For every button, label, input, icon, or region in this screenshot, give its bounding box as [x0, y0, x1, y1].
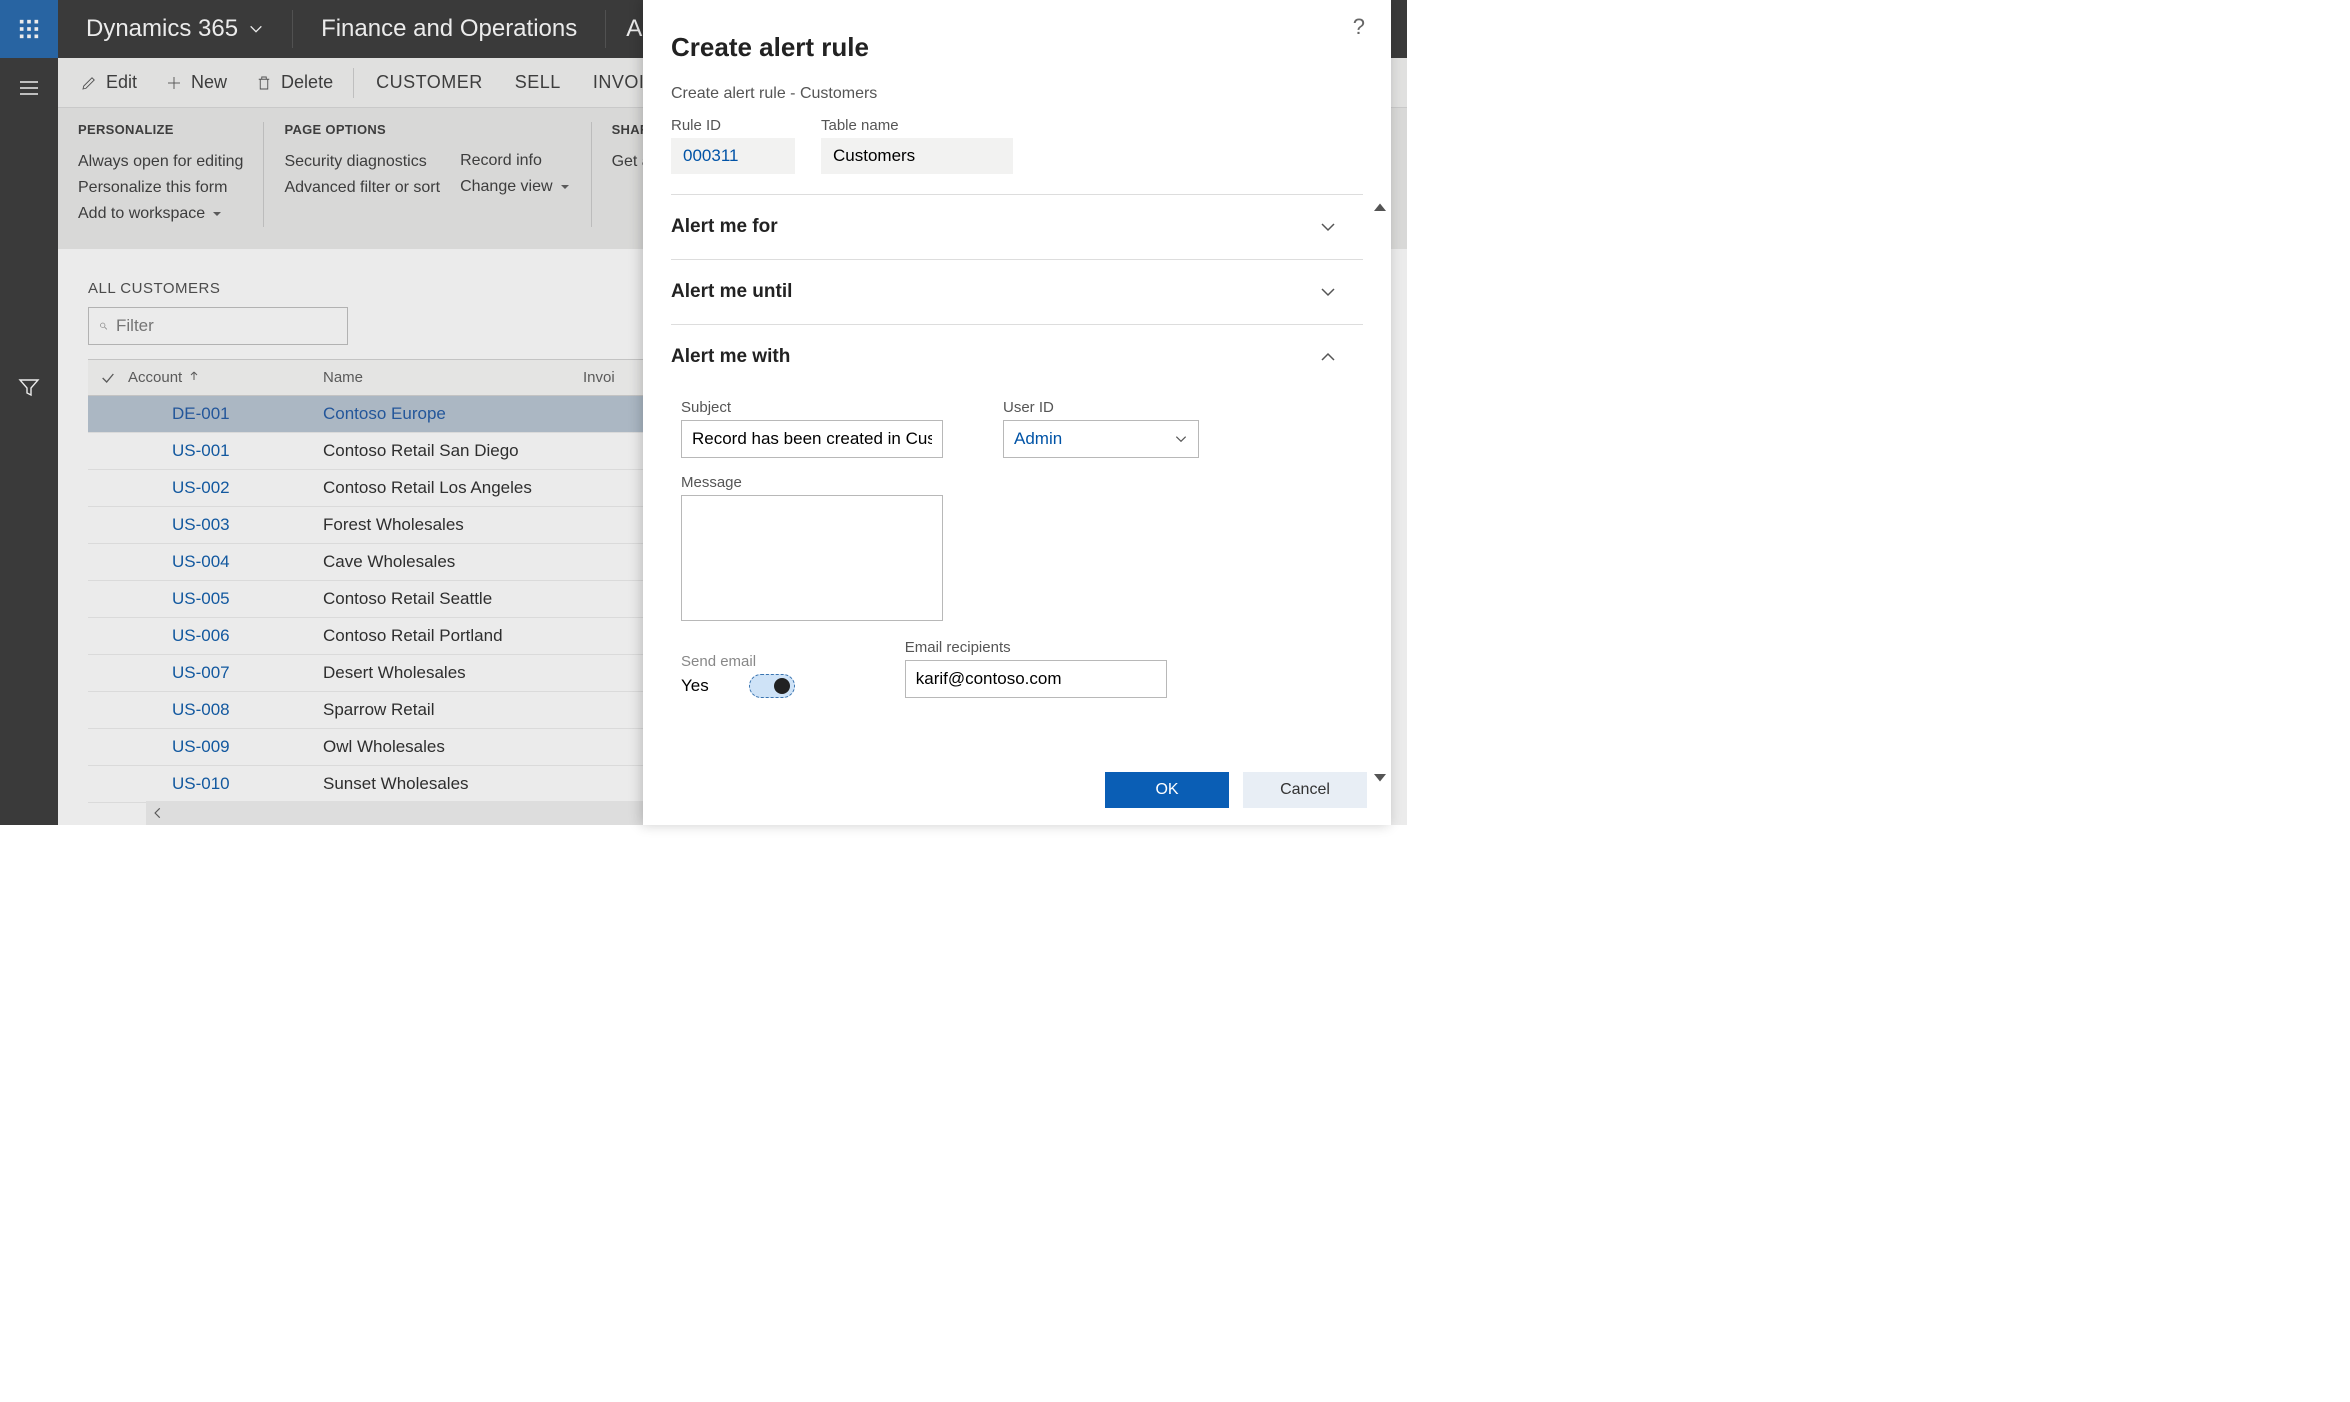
rule-id-value[interactable]: [671, 138, 795, 174]
panel-title: Create alert rule: [671, 32, 1363, 63]
send-email-label: Send email: [681, 653, 795, 670]
message-input[interactable]: [681, 495, 943, 621]
subject-input[interactable]: [681, 420, 943, 458]
table-name-value[interactable]: [821, 138, 1013, 174]
send-email-toggle[interactable]: [749, 674, 795, 698]
send-email-state: Yes: [681, 676, 709, 696]
scroll-down-icon[interactable]: [1372, 769, 1388, 785]
chevron-down-icon: [1319, 218, 1337, 236]
chevron-down-icon: [1319, 283, 1337, 301]
ok-button[interactable]: OK: [1105, 772, 1229, 808]
user-id-label: User ID: [1003, 399, 1199, 416]
section-alert-with[interactable]: Alert me with: [671, 325, 1363, 389]
scroll-up-icon[interactable]: [1372, 200, 1388, 216]
recipients-input[interactable]: [905, 660, 1167, 698]
chevron-down-icon: [1174, 432, 1188, 446]
section-alert-until[interactable]: Alert me until: [671, 260, 1363, 324]
recipients-label: Email recipients: [905, 639, 1167, 656]
user-id-select[interactable]: Admin: [1003, 420, 1199, 458]
chevron-up-icon: [1319, 348, 1337, 366]
subject-label: Subject: [681, 399, 943, 416]
message-label: Message: [681, 474, 943, 491]
section-alert-for[interactable]: Alert me for: [671, 195, 1363, 259]
cancel-button[interactable]: Cancel: [1243, 772, 1367, 808]
table-name-label: Table name: [821, 117, 1013, 134]
panel-subtitle: Create alert rule - Customers: [671, 85, 1363, 103]
rule-id-label: Rule ID: [671, 117, 795, 134]
create-alert-panel: ? Create alert rule Create alert rule - …: [643, 0, 1391, 825]
help-button[interactable]: ?: [1353, 14, 1365, 40]
